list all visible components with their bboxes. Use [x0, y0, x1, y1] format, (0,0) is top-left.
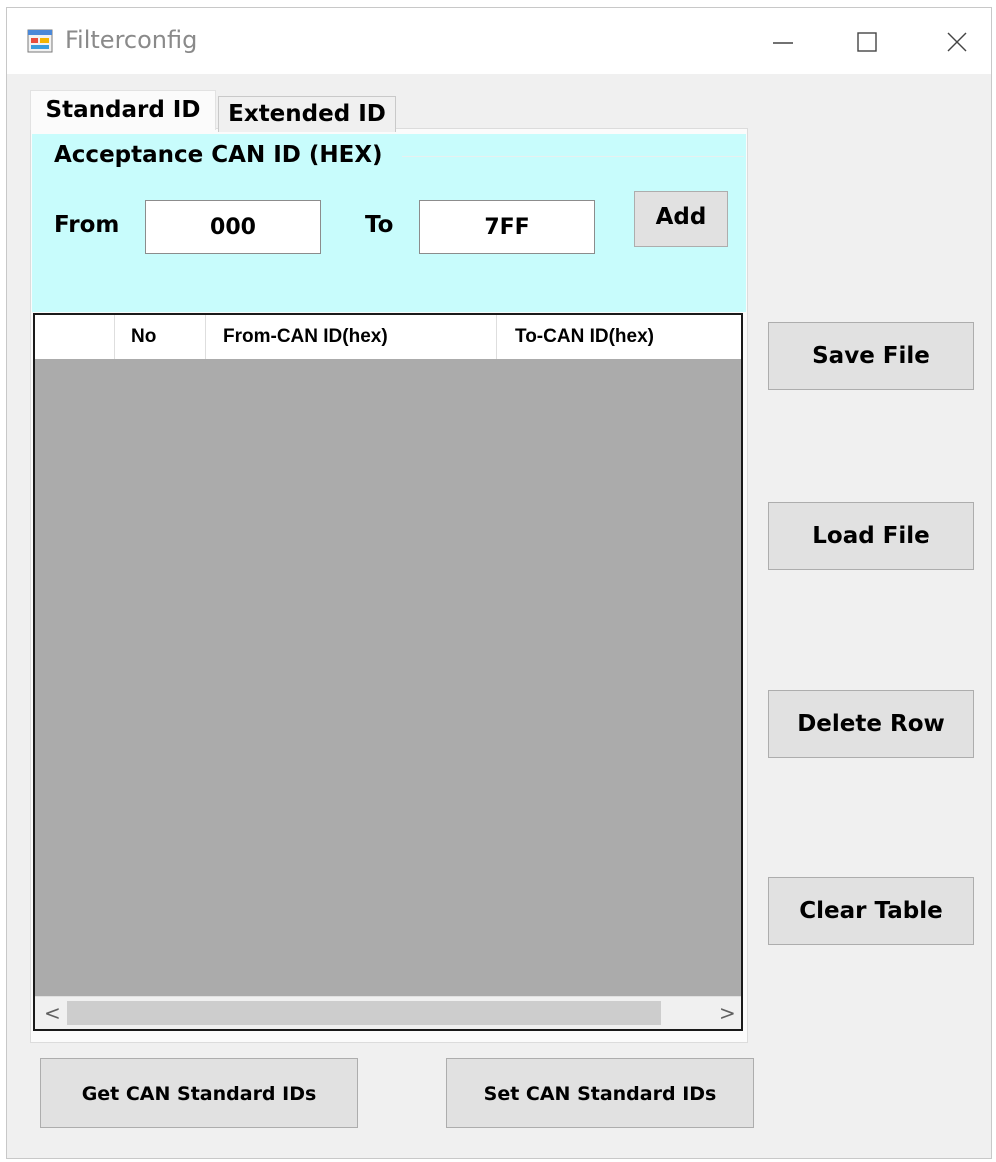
table-header: No From-CAN ID(hex) To-CAN ID(hex) [35, 315, 741, 359]
filter-table[interactable]: No From-CAN ID(hex) To-CAN ID(hex) < > [33, 313, 743, 1031]
maximize-icon[interactable] [847, 22, 887, 62]
tab-standard-id[interactable]: Standard ID [30, 90, 216, 130]
save-file-button[interactable]: Save File [768, 322, 974, 390]
scroll-left-arrow-icon[interactable]: < [44, 1001, 61, 1025]
minimize-icon[interactable] [763, 22, 803, 62]
delete-row-button[interactable]: Delete Row [768, 690, 974, 758]
get-can-standard-ids-button[interactable]: Get CAN Standard IDs [40, 1058, 358, 1128]
title-bar: Filterconfig [7, 8, 991, 74]
to-input[interactable]: 7FF [419, 200, 595, 254]
horizontal-scrollbar[interactable]: < > [35, 996, 741, 1029]
column-header-from-can-id[interactable]: From-CAN ID(hex) [206, 315, 497, 359]
clear-table-button[interactable]: Clear Table [768, 877, 974, 945]
scrollbar-thumb[interactable] [67, 1001, 661, 1025]
close-icon[interactable] [937, 22, 977, 62]
window-title: Filterconfig [65, 26, 198, 54]
load-file-button[interactable]: Load File [768, 502, 974, 570]
column-header-to-can-id[interactable]: To-CAN ID(hex) [497, 315, 741, 359]
add-button[interactable]: Add [634, 191, 728, 247]
column-header-no[interactable]: No [115, 315, 206, 359]
row-header-column[interactable] [35, 315, 115, 359]
tab-extended-id[interactable]: Extended ID [218, 96, 396, 132]
set-can-standard-ids-button[interactable]: Set CAN Standard IDs [446, 1058, 754, 1128]
from-label: From [54, 212, 120, 238]
group-border-line [402, 156, 744, 157]
to-label: To [365, 212, 394, 238]
from-input[interactable]: 000 [145, 200, 321, 254]
acceptance-group-title: Acceptance CAN ID (HEX) [54, 142, 383, 168]
form-app-icon [27, 28, 53, 54]
scroll-right-arrow-icon[interactable]: > [719, 1001, 736, 1025]
